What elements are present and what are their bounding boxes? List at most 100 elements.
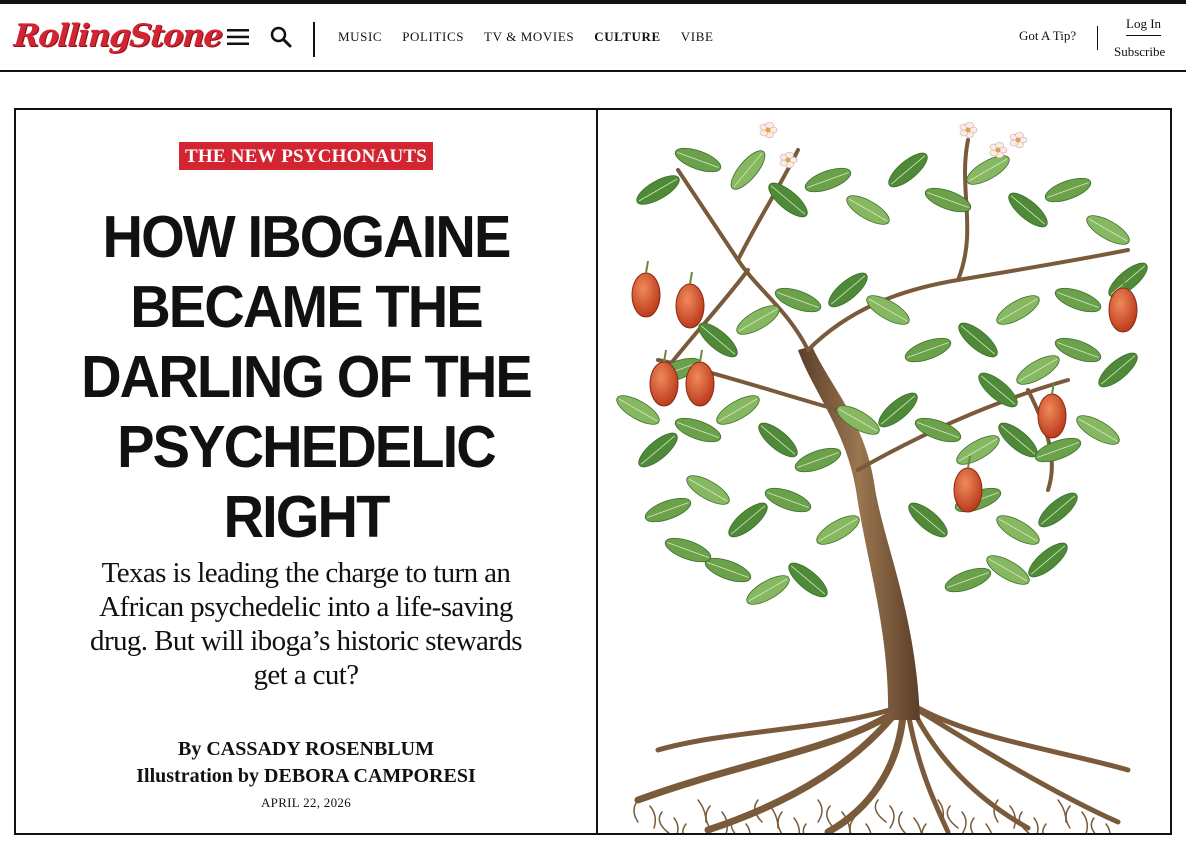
nav-culture[interactable]: Culture	[594, 29, 661, 45]
leaf	[904, 337, 952, 363]
leaf	[664, 537, 712, 563]
leaf	[636, 175, 680, 205]
rootlet	[673, 817, 679, 833]
byline: By CASSADY ROSENBLUM Illustration by DEB…	[16, 736, 596, 790]
tree-roots	[633, 705, 1131, 833]
rootlet	[961, 811, 967, 833]
subscribe-link[interactable]: Subscribe	[1114, 44, 1165, 60]
rootlet	[1105, 823, 1111, 833]
fruit	[1108, 287, 1138, 333]
rootlet	[1042, 823, 1047, 833]
fruit	[649, 361, 679, 407]
feature-hero: THE NEW PSYCHONAUTS How Ibogaine Became …	[14, 108, 1172, 835]
nav-music[interactable]: Music	[338, 29, 382, 45]
rootlet	[793, 817, 801, 833]
leaf	[1034, 437, 1082, 463]
leaf	[816, 515, 860, 545]
leaf	[1054, 337, 1102, 363]
publish-date: APRIL 22, 2026	[260, 795, 352, 810]
rootlet	[658, 811, 670, 833]
rootlet	[697, 799, 707, 823]
leaf	[978, 372, 1018, 408]
rootlet	[921, 823, 927, 833]
nav-tv-movies[interactable]: TV & Movies	[484, 29, 574, 45]
leaf	[914, 417, 962, 443]
leaf	[966, 155, 1010, 185]
byline-author: By CASSADY ROSENBLUM	[178, 738, 434, 760]
search-icon[interactable]	[270, 26, 292, 48]
leaf	[1008, 192, 1048, 228]
leaf	[996, 295, 1040, 325]
rootlet	[865, 823, 872, 833]
site-header: RollingStone Music Politics TV & Movies …	[0, 4, 1186, 72]
rootlet	[898, 811, 907, 833]
leaf	[804, 167, 852, 193]
leaf	[1054, 287, 1102, 313]
leaf	[866, 295, 910, 325]
rootlet	[913, 817, 923, 833]
leaf	[794, 447, 842, 473]
fruit	[631, 272, 661, 318]
leaf	[730, 150, 766, 190]
leaf	[1086, 215, 1130, 245]
rootlet	[769, 805, 779, 829]
fruit	[1037, 393, 1067, 439]
leaf	[888, 152, 928, 188]
leaf	[878, 392, 918, 428]
rootlet	[802, 823, 807, 833]
rootlet	[705, 805, 711, 829]
byline-illustrator: Illustration by DEBORA CAMPORESI	[136, 765, 476, 787]
rootlet	[817, 799, 823, 823]
leaf	[908, 502, 948, 538]
rootlet	[1065, 805, 1071, 829]
nav-politics[interactable]: Politics	[402, 29, 464, 45]
article-headline: How Ibogaine Became the Darling of the P…	[81, 204, 533, 550]
leaf	[986, 555, 1030, 585]
leaf	[674, 417, 722, 443]
rootlet	[649, 805, 657, 829]
nav-vibe[interactable]: Vibe	[681, 29, 714, 45]
leaf	[638, 432, 678, 468]
leaf	[1038, 492, 1078, 528]
root	[905, 709, 951, 833]
leaf	[764, 487, 812, 513]
leaf	[944, 567, 992, 593]
rootlet	[1081, 811, 1089, 833]
rootlet	[1057, 799, 1067, 823]
leaf	[958, 322, 998, 358]
article-dek: Texas is leading the charge to turn an A…	[90, 557, 523, 691]
leaf	[1044, 177, 1092, 203]
flower	[959, 121, 978, 139]
root	[824, 711, 907, 833]
kicker-label: THE NEW PSYCHONAUTS	[178, 142, 434, 170]
menu-icon[interactable]	[227, 29, 249, 45]
leaf	[758, 422, 798, 458]
leaf	[644, 497, 692, 523]
rootlet	[970, 817, 975, 833]
iboga-tree-illustration	[616, 121, 1148, 833]
rootlet	[1090, 817, 1096, 833]
got-a-tip-link[interactable]: Got A Tip?	[1019, 28, 1076, 44]
header-divider	[313, 22, 315, 57]
rootlet	[777, 811, 783, 833]
leaf	[996, 515, 1040, 545]
leaf	[728, 502, 768, 538]
rootlet	[1033, 817, 1039, 833]
flower	[759, 121, 778, 139]
rootlet	[946, 805, 959, 829]
kicker-badge[interactable]: THE NEW PSYCHONAUTS	[16, 142, 596, 170]
root	[634, 706, 902, 804]
leaf	[736, 305, 780, 335]
leaf	[1098, 352, 1138, 388]
branch	[956, 248, 1130, 282]
leaf	[846, 195, 890, 225]
feature-illustration	[598, 110, 1170, 833]
rootlet	[985, 823, 993, 833]
login-link[interactable]: Log In	[1126, 16, 1162, 36]
fruit	[685, 361, 715, 407]
feature-text-panel: THE NEW PSYCHONAUTS How Ibogaine Became …	[16, 110, 598, 833]
flower	[1009, 131, 1028, 149]
rolling-stone-logo[interactable]: RollingStone	[12, 12, 223, 60]
leaf	[788, 562, 828, 598]
fruit	[953, 467, 983, 513]
